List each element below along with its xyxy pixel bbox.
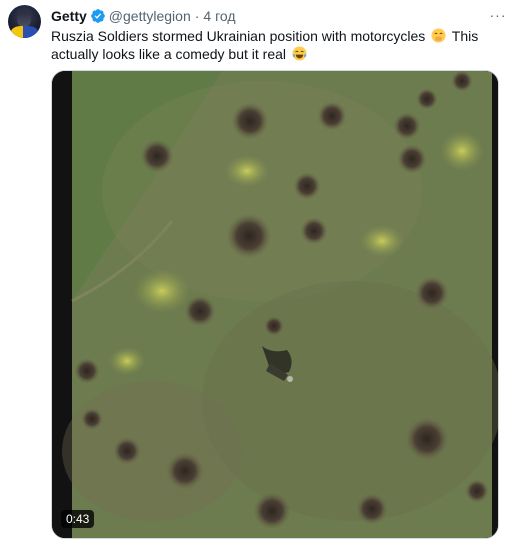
more-options-button[interactable]: ···	[487, 6, 509, 24]
video-frame	[52, 71, 498, 538]
avatar-face	[17, 11, 31, 27]
hand-over-mouth-emoji-icon	[431, 28, 446, 43]
avatar[interactable]	[8, 5, 41, 38]
tweet-text-part1: Ruszia Soldiers stormed Ukrainian positi…	[51, 28, 426, 44]
video-duration: 0:43	[61, 510, 95, 528]
tweet[interactable]: Getty @gettylegion · 4 год ··· Ruszia So…	[0, 0, 519, 549]
header-separator: ·	[194, 8, 200, 24]
tweet-text: Ruszia Soldiers stormed Ukrainian positi…	[51, 27, 491, 63]
verified-badge-icon	[90, 9, 105, 23]
video-player[interactable]: 0:43	[51, 70, 499, 539]
display-name[interactable]: Getty	[51, 8, 87, 24]
tears-of-joy-emoji-icon	[292, 46, 307, 61]
user-handle[interactable]: @gettylegion	[109, 8, 191, 24]
tweet-header: Getty @gettylegion · 4 год	[51, 6, 236, 26]
tweet-timestamp[interactable]: 4 год	[203, 8, 235, 24]
avatar-shirt	[11, 26, 38, 38]
